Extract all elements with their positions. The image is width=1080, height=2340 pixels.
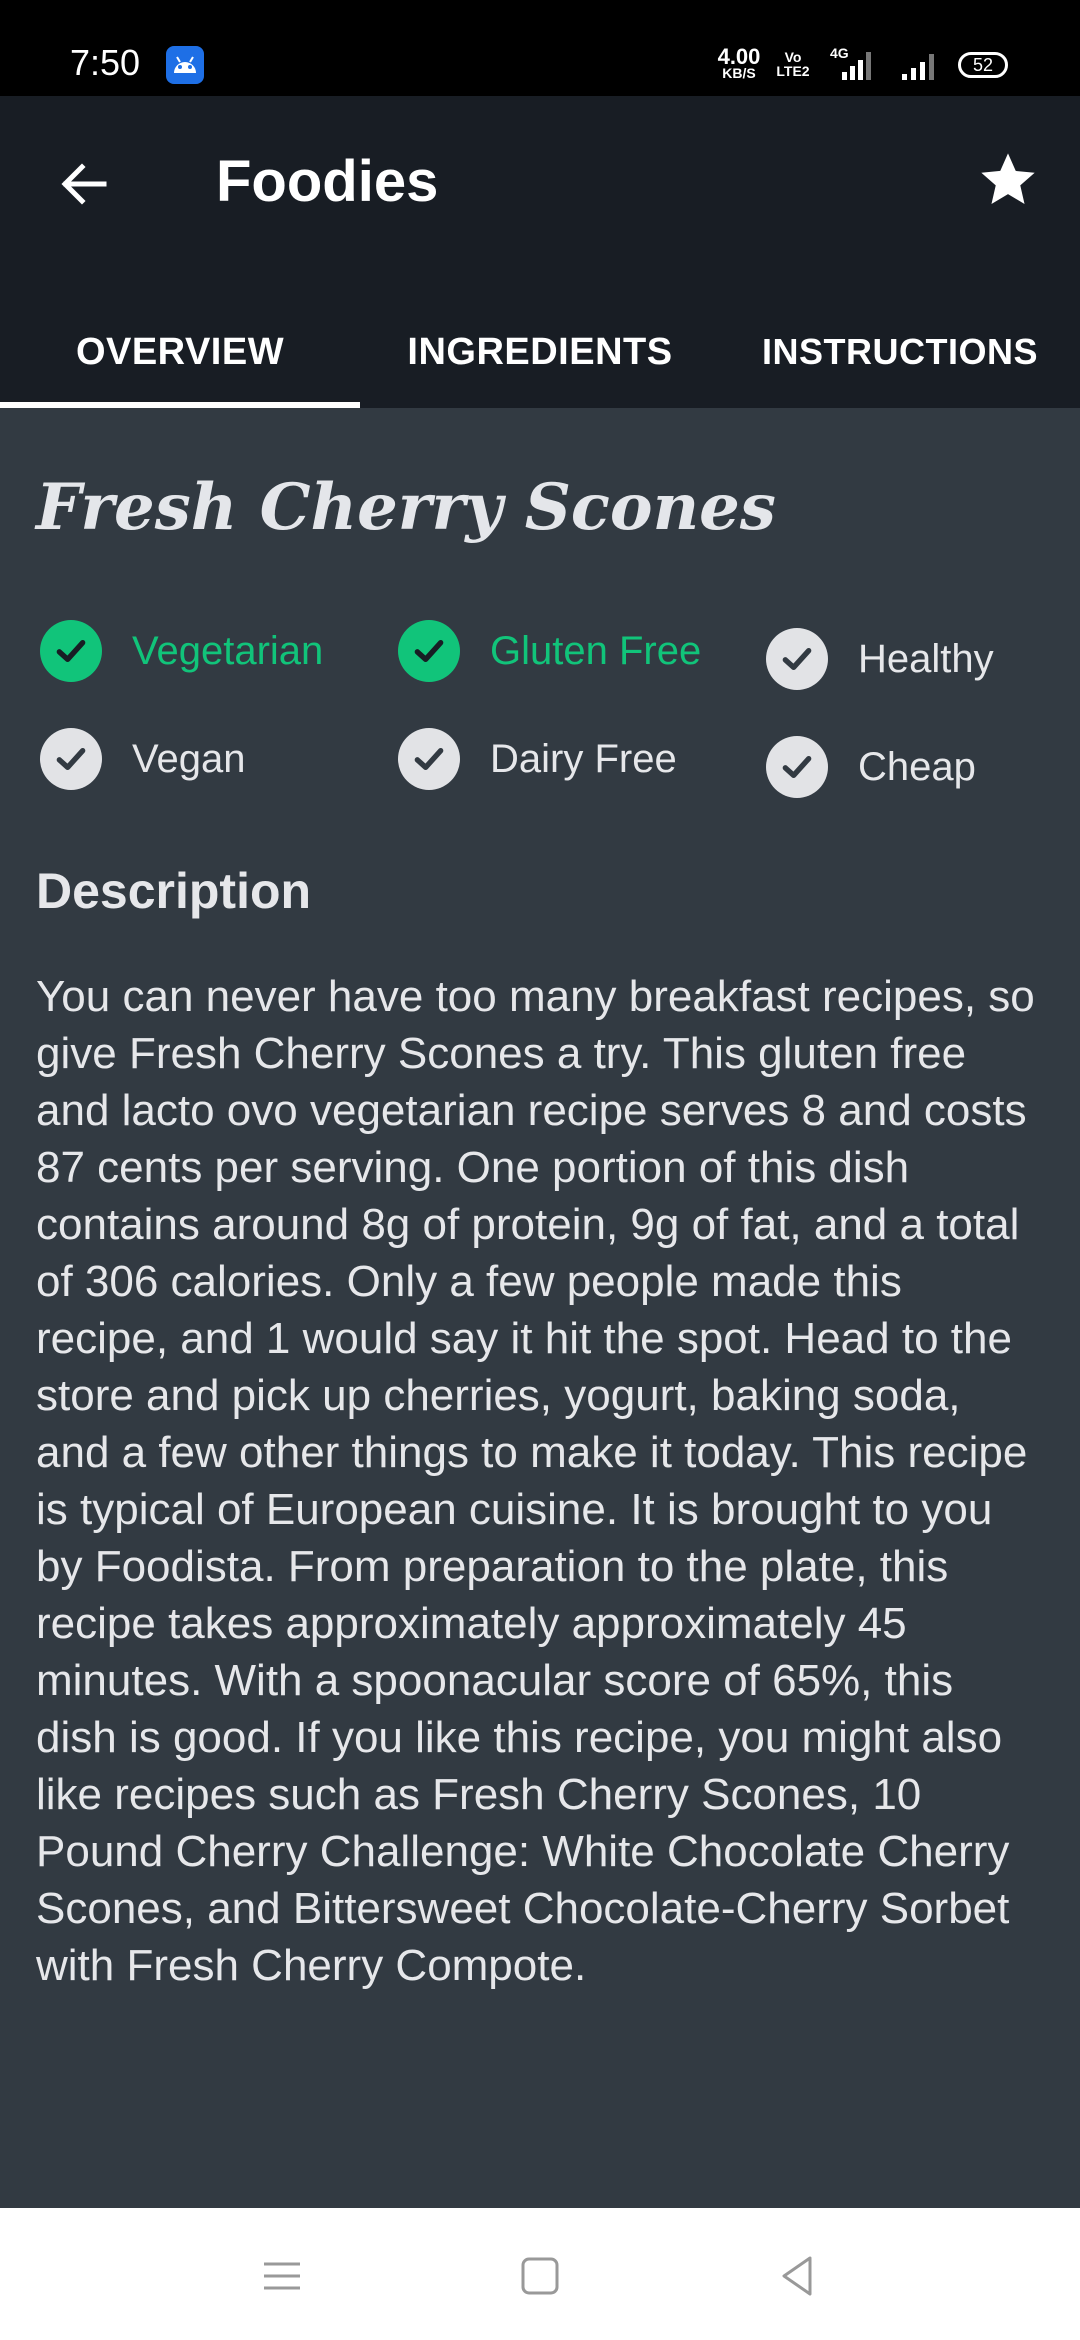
description-heading: Description [36,863,312,919]
tab-ingredients[interactable]: INGREDIENTS [360,296,720,408]
tag-cheap: Cheap [766,732,976,802]
battery-indicator: 52 [958,52,1008,78]
signal-strength-icon [900,52,944,87]
system-nav-bar [0,2208,1080,2340]
status-bar: 7:50 4.00 KB/S Vo LTE2 4G 52 [0,0,1080,96]
tag-vegetarian: Vegetarian [40,616,323,686]
tab-bar: OVERVIEW INGREDIENTS INSTRUCTIONS [0,296,1080,408]
tab-instructions[interactable]: INSTRUCTIONS [720,296,1080,408]
network-type-label: 4G [830,46,849,61]
recipe-title: Fresh Cherry Scones [36,470,776,545]
android-notification-icon [166,46,204,84]
tag-vegan: Vegan [40,724,245,794]
signal-4g-icon: 4G [828,45,884,87]
network-speed: 4.00 KB/S [717,44,761,81]
check-circle-icon [398,728,460,790]
app-bar: Foodies OVERVIEW INGREDIENTS INSTRUCTION… [0,96,1080,408]
check-circle-icon [40,728,102,790]
tab-overview[interactable]: OVERVIEW [0,296,360,408]
check-circle-icon [766,736,828,798]
tag-label: Vegetarian [132,628,324,673]
check-circle-icon [40,620,102,682]
tag-gluten-free: Gluten Free [398,616,701,686]
status-time: 7:50 [70,42,141,83]
tag-label: Vegan [132,736,246,781]
arrow-left-icon[interactable] [56,156,112,212]
tag-label: Cheap [858,744,976,789]
menu-icon[interactable] [256,2250,308,2302]
check-circle-icon [398,620,460,682]
tag-dairy-free: Dairy Free [398,724,677,794]
square-home-icon[interactable] [514,2250,566,2302]
app-title: Foodies [216,149,439,214]
tag-label: Healthy [858,636,994,681]
check-circle-icon [766,628,828,690]
volte-indicator: Vo LTE2 [776,49,810,79]
description-text: You can never have too many breakfast re… [36,972,1035,1990]
tag-healthy: Healthy [766,624,994,694]
tag-label: Gluten Free [490,628,702,673]
triangle-back-icon[interactable] [772,2250,824,2302]
tab-selected-indicator [0,402,360,408]
star-icon[interactable] [976,148,1040,212]
tag-label: Dairy Free [490,736,677,781]
